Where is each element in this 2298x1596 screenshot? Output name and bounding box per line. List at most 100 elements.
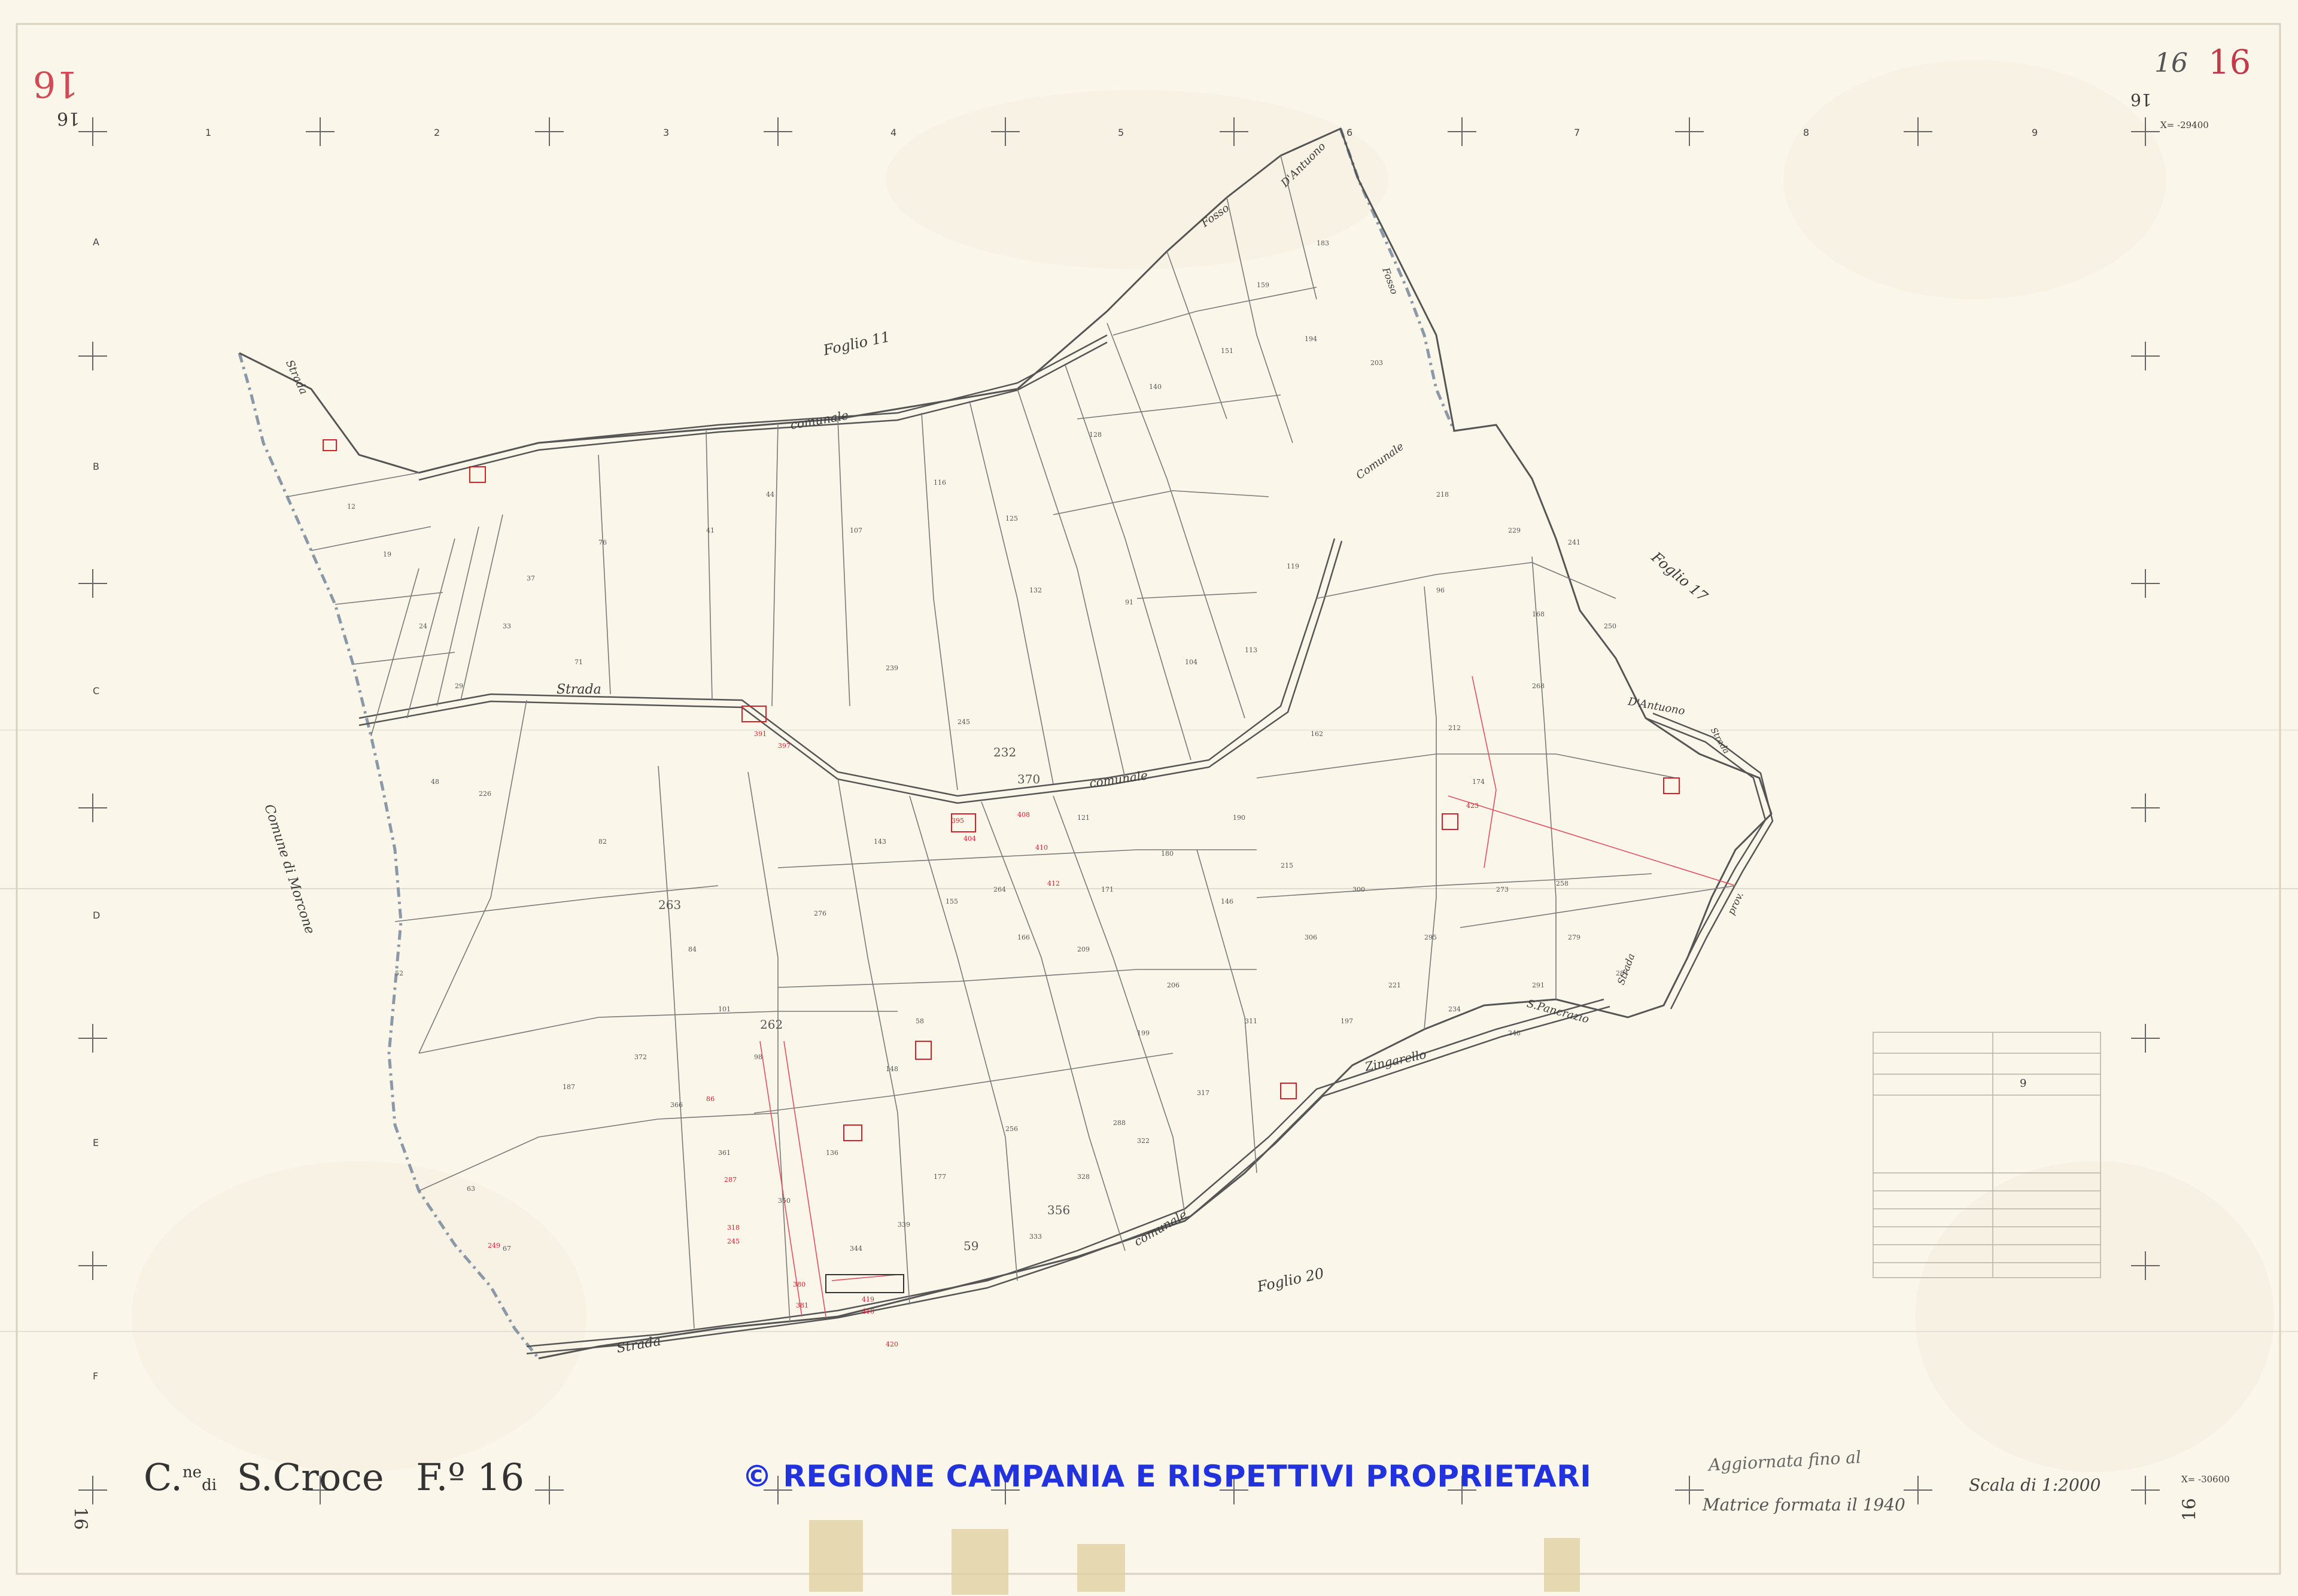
- parcel-number: 136: [826, 1149, 838, 1157]
- parcel-number: 155: [946, 898, 958, 905]
- parcel-number: 67: [503, 1245, 511, 1253]
- parcel-number: 82: [598, 838, 607, 846]
- parcel-number: 273: [1496, 886, 1509, 893]
- parcel-number-updated: 420: [886, 1340, 898, 1348]
- parcel-number: 311: [1245, 1017, 1257, 1025]
- parcel-number: 276: [814, 910, 826, 917]
- parcel-number: 218: [1436, 491, 1449, 498]
- corner-number-top-right-small: 16: [2130, 90, 2152, 110]
- parcel-number-updated: 380: [793, 1281, 805, 1288]
- parcel-number: 256: [1005, 1125, 1018, 1133]
- parcel-number: 361: [718, 1149, 731, 1157]
- parcel-number: 96: [1436, 586, 1445, 594]
- parcel-number-updated: 397: [778, 742, 791, 750]
- grid-col-label: 4: [890, 127, 897, 138]
- parcel-number: 174: [1472, 778, 1485, 786]
- parcel-number: 317: [1197, 1089, 1209, 1097]
- parcel-number: 328: [1077, 1173, 1090, 1181]
- parcel-number: 288: [1113, 1119, 1126, 1127]
- parcel-number: 295: [1424, 934, 1437, 941]
- parcel-number: 229: [1508, 527, 1521, 534]
- parcel-number: 234: [1448, 1005, 1461, 1013]
- grid-row-label: D: [93, 910, 101, 921]
- parcel-number: 151: [1221, 347, 1233, 355]
- parcel-number: 356: [1047, 1203, 1071, 1217]
- parcel-number: 41: [706, 527, 715, 534]
- parcel-number: 258: [1556, 880, 1569, 887]
- parcel-number: 104: [1185, 658, 1197, 666]
- parcel-number: 116: [934, 479, 946, 487]
- title-prefix: C.: [144, 1455, 183, 1499]
- parcel-number: 306: [1305, 934, 1317, 941]
- parcel-number-updated: 249: [488, 1242, 500, 1250]
- parcel-number: 91: [1125, 598, 1133, 606]
- parcel-number-updated: 423: [1466, 802, 1479, 810]
- parcel-number: 171: [1101, 886, 1114, 893]
- parcel-number: 107: [850, 527, 862, 534]
- grid-row-label: C: [93, 685, 100, 697]
- parcel-number: 37: [527, 574, 535, 582]
- parcel-number: 128: [1089, 431, 1102, 439]
- corner-number-bottom-right: 16: [2179, 1498, 2200, 1521]
- parcel-number: 199: [1137, 1029, 1150, 1037]
- title-prefix-sub: di: [202, 1476, 217, 1494]
- grid-col-label: 7: [1574, 127, 1580, 138]
- parcel-number: 59: [963, 1239, 979, 1253]
- parcel-number: 263: [658, 898, 682, 912]
- parcel-number: 29: [455, 682, 463, 690]
- parcel-number-updated: 381: [796, 1302, 808, 1309]
- parcel-number: 212: [1448, 724, 1461, 732]
- parcel-number: 84: [688, 946, 697, 953]
- title-comune: S.Croce: [236, 1455, 384, 1499]
- parcel-number: 215: [1281, 862, 1293, 870]
- parcel-number: 333: [1029, 1233, 1042, 1241]
- parcel-number: 180: [1161, 850, 1174, 858]
- grid-col-label: 1: [205, 127, 212, 138]
- parcel-number-updated: 404: [963, 835, 976, 843]
- parcel-number: 159: [1257, 281, 1269, 289]
- label-road-strada-mid: Strada: [557, 682, 601, 697]
- grid-col-label: 9: [2032, 127, 2038, 138]
- parcel-number: 48: [431, 778, 439, 786]
- grid-col-label: 6: [1346, 127, 1353, 138]
- grid-row-label: A: [93, 236, 99, 248]
- parcel-number: 248: [1508, 1029, 1521, 1037]
- parcel-number: 232: [993, 745, 1017, 759]
- parcel-number: 98: [754, 1053, 762, 1061]
- corner-code-bottom-right: X= -30600: [2181, 1474, 2230, 1485]
- corner-number-top-left: 16: [33, 63, 79, 105]
- parcel-number-updated: 412: [1047, 880, 1060, 887]
- parcel-number: 113: [1245, 646, 1257, 654]
- update-note-line2: Matrice formata il 1940: [1703, 1495, 1905, 1515]
- parcel-number: 166: [1017, 934, 1030, 941]
- parcel-number-updated: 287: [724, 1176, 737, 1184]
- grid-row-label: B: [93, 461, 99, 472]
- parcel-number: 52: [395, 969, 403, 977]
- parcel-number: 187: [563, 1083, 575, 1091]
- parcel-number: 177: [934, 1173, 946, 1181]
- parcel-number: 101: [718, 1005, 731, 1013]
- grid-row-label: F: [93, 1370, 99, 1382]
- parcel-number: 197: [1340, 1017, 1353, 1025]
- title-foglio: F.º 16: [416, 1455, 525, 1499]
- parcel-number-updated: 419: [862, 1296, 874, 1303]
- parcel-number: 162: [1311, 730, 1323, 738]
- parcel-number: 239: [886, 664, 898, 672]
- parcel-number: 143: [874, 838, 886, 846]
- parcel-number: 190: [1233, 814, 1245, 822]
- scale-note: Scala di 1:2000: [1969, 1475, 2101, 1495]
- parcel-number: 76: [598, 539, 607, 546]
- parcel-number-updated: 408: [1017, 811, 1030, 819]
- grid-col-label: 2: [434, 127, 440, 138]
- parcel-number: 58: [916, 1017, 924, 1025]
- parcel-number: 264: [993, 886, 1006, 893]
- grid-col-label: 3: [663, 127, 670, 138]
- parcel-number: 63: [467, 1185, 475, 1193]
- parcel-number: 245: [957, 718, 970, 726]
- corner-number-top-right: 16: [2208, 43, 2251, 82]
- parcel-number: 241: [1568, 539, 1580, 546]
- parcel-number: 262: [760, 1017, 783, 1032]
- parcel-number: 221: [1388, 981, 1401, 989]
- parcel-number: 268: [1532, 682, 1545, 690]
- parcel-number: 132: [1029, 586, 1042, 594]
